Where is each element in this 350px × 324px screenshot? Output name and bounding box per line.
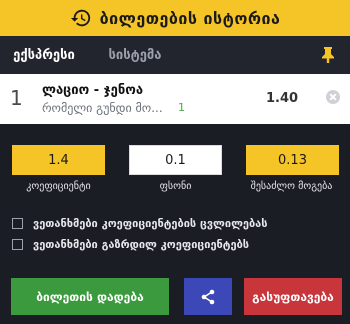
pin-icon[interactable] xyxy=(320,46,336,64)
place-bet-button[interactable]: ბილეთის დადება xyxy=(11,278,169,315)
header: ბილეთების ისტორია xyxy=(0,0,350,36)
event-pick-code: 1 xyxy=(178,101,185,114)
remove-event-icon[interactable] xyxy=(326,90,340,104)
bet-type-tabs: ექსპრესი სისტემა xyxy=(0,36,350,110)
event-pick: რომელი გუნდი მო... xyxy=(42,101,163,115)
share-button[interactable] xyxy=(184,278,232,315)
share-icon xyxy=(201,289,215,304)
coefficient-field: 1.4 xyxy=(12,145,105,175)
possible-win-field: 0.13 xyxy=(246,145,339,175)
accept-increased-odds-option[interactable]: ვეთანხმები გაზრდილ კოეფიციენტებს xyxy=(12,236,249,252)
stake-label: ფსონი xyxy=(159,181,192,192)
accept-odds-change-checkbox[interactable] xyxy=(12,217,23,229)
event-number: 1 xyxy=(10,86,23,110)
clear-button[interactable]: გასუფთავება xyxy=(244,278,342,315)
accept-increased-odds-checkbox[interactable] xyxy=(12,238,23,250)
tab-express[interactable]: ექსპრესი xyxy=(0,36,88,74)
possible-win-label: შესაძლო მოგება xyxy=(250,181,333,192)
event-match: ლაციო - ჯენოა xyxy=(42,83,144,98)
tab-system[interactable]: სისტემა xyxy=(96,36,174,74)
coefficient-label: კოეფიციენტი xyxy=(26,181,91,192)
accept-odds-change-option[interactable]: ვეთანხმები კოეფიციენტების ცვლილებას xyxy=(12,215,268,231)
stake-input[interactable]: 0.1 xyxy=(129,145,222,175)
bet-slip-event: 1 ლაციო - ჯენოა რომელი გუნდი მო... 1 1.4… xyxy=(0,74,350,124)
accept-odds-change-label: ვეთანხმები კოეფიციენტების ცვლილებას xyxy=(33,216,268,230)
history-icon xyxy=(70,9,90,27)
page-title: ბილეთების ისტორია xyxy=(99,8,281,28)
accept-increased-odds-label: ვეთანხმები გაზრდილ კოეფიციენტებს xyxy=(33,237,250,251)
event-odd: 1.40 xyxy=(266,91,299,106)
